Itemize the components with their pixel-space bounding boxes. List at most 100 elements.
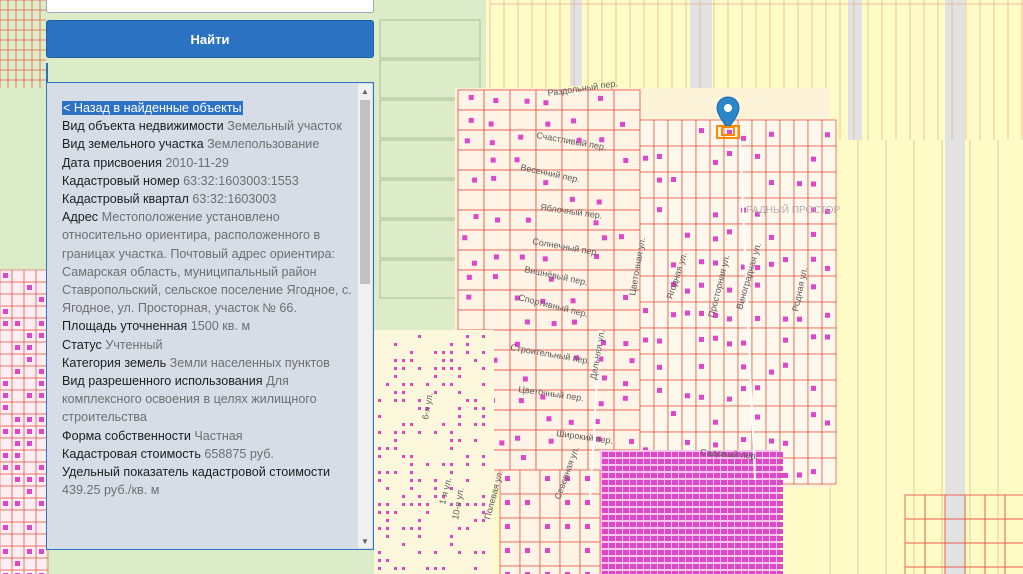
building xyxy=(679,501,685,506)
building xyxy=(616,508,622,513)
building xyxy=(15,441,20,446)
building xyxy=(811,412,816,418)
parcel xyxy=(483,129,511,151)
building xyxy=(777,501,783,506)
building xyxy=(378,551,381,554)
building xyxy=(679,529,685,534)
building xyxy=(386,527,389,530)
building xyxy=(630,487,636,492)
search-input[interactable] xyxy=(46,0,374,13)
building xyxy=(378,471,381,474)
info-field-value: Землепользование xyxy=(207,137,320,152)
building xyxy=(727,229,732,235)
building xyxy=(474,439,477,442)
building xyxy=(658,536,664,541)
building xyxy=(468,117,474,123)
building xyxy=(637,557,643,562)
building xyxy=(728,515,734,520)
building xyxy=(616,487,622,492)
panel-scrollbar[interactable]: ▲ ▼ xyxy=(358,84,372,548)
building xyxy=(651,564,657,569)
building xyxy=(721,494,727,499)
building xyxy=(378,567,381,570)
building xyxy=(466,527,469,530)
building xyxy=(727,316,732,322)
building xyxy=(679,487,685,492)
parcel xyxy=(519,517,541,543)
info-field-value: 439.25 руб./кв. м xyxy=(62,483,160,498)
scroll-thumb[interactable] xyxy=(360,100,370,284)
building xyxy=(700,557,706,562)
scroll-up-arrow-icon[interactable]: ▲ xyxy=(358,84,372,98)
find-button[interactable]: Найти xyxy=(46,20,374,58)
building xyxy=(769,369,774,375)
building xyxy=(515,435,521,441)
building xyxy=(735,508,741,513)
building xyxy=(637,515,643,520)
building xyxy=(418,527,421,530)
parcel xyxy=(613,209,641,231)
info-field-label: Вид объекта недвижимости xyxy=(62,119,224,134)
building xyxy=(686,508,692,513)
building xyxy=(686,557,692,562)
building xyxy=(756,508,762,513)
building xyxy=(386,487,389,490)
building xyxy=(777,473,783,478)
building xyxy=(616,459,622,464)
building xyxy=(450,543,453,546)
building xyxy=(402,423,405,426)
back-to-results-link[interactable]: < Назад в найденные объекты xyxy=(62,101,243,115)
building xyxy=(458,375,461,378)
building xyxy=(386,383,389,386)
building xyxy=(657,338,662,344)
building xyxy=(434,487,437,490)
building xyxy=(742,543,748,548)
building xyxy=(693,494,699,499)
parcel xyxy=(751,171,767,199)
building xyxy=(489,140,495,146)
building xyxy=(602,543,608,548)
scroll-down-arrow-icon[interactable]: ▼ xyxy=(358,534,372,548)
building xyxy=(386,503,389,506)
building xyxy=(686,473,692,478)
parcel xyxy=(765,327,781,355)
info-fields: Вид объекта недвижимости Земельный участ… xyxy=(62,117,354,499)
building xyxy=(770,557,776,562)
building xyxy=(616,480,622,485)
parcel xyxy=(561,409,589,431)
object-info-panel[interactable]: < Назад в найденные объекты Вид объекта … xyxy=(46,82,374,550)
building xyxy=(693,550,699,555)
building xyxy=(637,529,643,534)
parcel xyxy=(807,405,823,433)
building xyxy=(665,529,671,534)
building xyxy=(713,236,718,242)
building xyxy=(707,529,713,534)
building xyxy=(394,471,397,474)
building xyxy=(402,495,405,498)
building xyxy=(769,131,774,137)
parcel xyxy=(587,169,615,191)
parcel xyxy=(779,405,795,433)
building xyxy=(569,196,575,202)
building xyxy=(543,100,549,106)
building xyxy=(777,508,783,513)
building xyxy=(482,335,485,338)
parcel xyxy=(765,353,781,381)
building xyxy=(434,567,437,570)
building xyxy=(672,494,678,499)
building xyxy=(728,480,734,485)
parcel xyxy=(709,197,725,225)
building xyxy=(458,415,461,418)
building xyxy=(721,557,727,562)
building xyxy=(651,487,657,492)
building xyxy=(602,473,608,478)
building xyxy=(686,487,692,492)
building xyxy=(602,494,608,499)
building xyxy=(811,231,816,237)
building xyxy=(735,494,741,499)
parcel xyxy=(765,405,781,433)
building xyxy=(616,529,622,534)
parcel xyxy=(681,405,697,433)
building xyxy=(693,480,699,485)
location-pin-icon[interactable] xyxy=(716,96,740,136)
